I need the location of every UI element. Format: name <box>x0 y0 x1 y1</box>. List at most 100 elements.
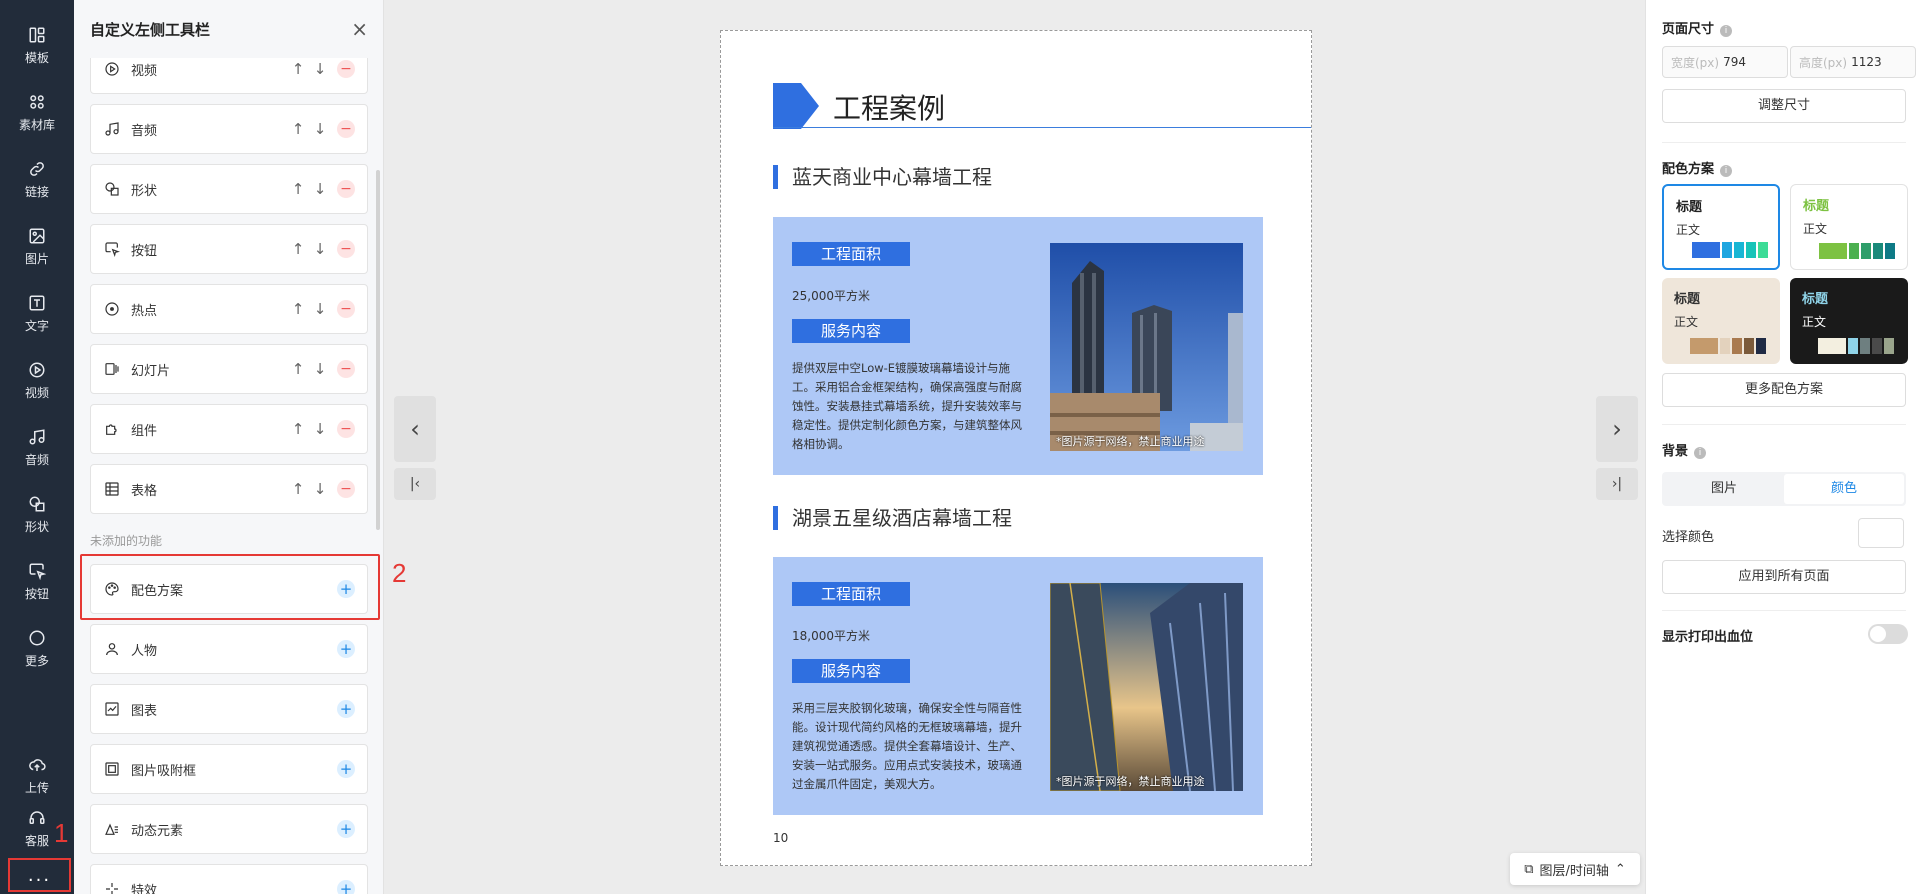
arrow-down-icon[interactable]: ↓ <box>309 60 331 78</box>
arrow-down-icon[interactable]: ↓ <box>309 420 331 438</box>
layer-button-label: 图层/时间轴 <box>1539 863 1609 879</box>
audio-icon <box>105 122 119 136</box>
first-page-button[interactable]: |‹ <box>394 468 436 500</box>
shape-icon <box>105 182 119 196</box>
remove-icon[interactable]: − <box>337 360 355 378</box>
arrow-up-icon[interactable]: ↑ <box>287 240 309 258</box>
toolbar-item-person: 人物 + <box>90 624 368 674</box>
toolbar-item-label: 人物 <box>131 643 158 659</box>
case-title-2[interactable]: 湖景五星级酒店幕墙工程 <box>773 506 1012 530</box>
button-icon <box>105 242 120 257</box>
rail-more-dots-button[interactable]: ... <box>8 858 71 892</box>
remove-icon[interactable]: − <box>337 180 355 198</box>
add-icon[interactable]: + <box>337 580 355 598</box>
apply-all-pages-button[interactable]: 应用到所有页面 <box>1662 560 1906 594</box>
toolbar-item-label: 表格 <box>131 483 158 499</box>
color-scheme-option-1[interactable]: 标题 正文 <box>1662 184 1780 270</box>
rail-item-shape[interactable]: 形状 <box>0 483 74 547</box>
color-swatch <box>1732 338 1742 354</box>
arrow-down-icon[interactable]: ↓ <box>309 120 331 138</box>
add-icon[interactable]: + <box>337 880 355 894</box>
page-title[interactable]: 工程案例 <box>833 87 945 127</box>
case-description: 提供双层中空Low-E镀膜玻璃幕墙设计与施工。采用铝合金框架结构，确保高强度与耐… <box>792 361 1022 451</box>
arrow-up-icon[interactable]: ↑ <box>287 120 309 138</box>
toolbar-item-slideshow: 幻灯片 ↑ ↓ − <box>90 344 368 394</box>
height-input[interactable]: 高度(px) 1123 <box>1790 46 1916 78</box>
building-image <box>1050 243 1243 451</box>
color-swatch <box>1722 242 1732 258</box>
remove-icon[interactable]: − <box>337 300 355 318</box>
arrow-up-icon[interactable]: ↑ <box>287 300 309 318</box>
background-label: 背景 i <box>1662 440 1707 459</box>
arrow-up-icon[interactable]: ↑ <box>287 360 309 378</box>
arrow-down-icon[interactable]: ↓ <box>309 360 331 378</box>
remove-icon[interactable]: − <box>337 420 355 438</box>
more-schemes-button[interactable]: 更多配色方案 <box>1662 373 1906 407</box>
remove-icon[interactable]: − <box>337 240 355 258</box>
rail-item-link[interactable]: 链接 <box>0 148 74 212</box>
rail-item-button[interactable]: 按钮 <box>0 550 74 614</box>
headset-icon <box>29 811 45 824</box>
add-icon[interactable]: + <box>337 640 355 658</box>
tab-color[interactable]: 颜色 <box>1784 474 1904 504</box>
toolbar-item-audio: 音频 ↑ ↓ − <box>90 104 368 154</box>
width-input[interactable]: 宽度(px) 794 <box>1662 46 1788 78</box>
color-swatch <box>1819 243 1847 259</box>
rail-item-text[interactable]: 文字 <box>0 282 74 346</box>
panel-title: 自定义左侧工具栏 <box>90 20 211 39</box>
arrow-down-icon[interactable]: ↓ <box>309 480 331 498</box>
help-icon[interactable]: i <box>1720 165 1733 177</box>
color-scheme-option-2[interactable]: 标题 正文 <box>1790 184 1908 270</box>
color-scheme-option-3[interactable]: 标题 正文 <box>1662 278 1780 364</box>
building-photo-1[interactable]: *图片源于网络，禁止商业用途 <box>1050 243 1243 451</box>
tab-image[interactable]: 图片 <box>1664 474 1784 504</box>
arrow-up-icon[interactable]: ↑ <box>287 420 309 438</box>
rail-item-template[interactable]: 模板 <box>0 14 74 78</box>
arrow-up-icon[interactable]: ↑ <box>287 180 309 198</box>
color-picker-swatch[interactable] <box>1858 518 1904 548</box>
case-card-2[interactable]: 工程面积 18,000平方米 服务内容 采用三层夹胶钢化玻璃，确保安全性与隔音性… <box>773 557 1263 815</box>
bleed-toggle[interactable] <box>1868 624 1908 644</box>
add-icon[interactable]: + <box>337 820 355 838</box>
arrow-up-icon[interactable]: ↑ <box>287 480 309 498</box>
last-page-button[interactable]: ›| <box>1596 468 1638 500</box>
annotation-1: 1 <box>54 818 69 848</box>
case-card-1[interactable]: 工程面积 25,000平方米 服务内容 提供双层中空Low-E镀膜玻璃幕墙设计与… <box>773 217 1263 475</box>
toolbar-item-color-scheme: 配色方案 + <box>90 564 368 614</box>
rail-item-audio[interactable]: 音频 <box>0 416 74 480</box>
layer-timeline-button[interactable]: ⧉ 图层/时间轴 ⌃ <box>1510 853 1640 885</box>
rail-item-library[interactable]: 素材库 <box>0 81 74 145</box>
rail-item-video[interactable]: 视频 <box>0 349 74 413</box>
add-icon[interactable]: + <box>337 760 355 778</box>
remove-icon[interactable]: − <box>337 60 355 78</box>
title-flag-icon <box>773 83 819 129</box>
help-icon[interactable]: i <box>1694 447 1707 459</box>
rail-item-image[interactable]: 图片 <box>0 215 74 279</box>
document-page[interactable]: 工程案例 蓝天商业中心幕墙工程 工程面积 25,000平方米 服务内容 提供双层… <box>720 30 1312 866</box>
rail-item-more[interactable]: 更多 <box>0 617 74 681</box>
arrow-down-icon[interactable]: ↓ <box>309 300 331 318</box>
title-underline <box>773 127 1311 128</box>
rail-label: 更多 <box>24 654 49 668</box>
rail-label: 按钮 <box>24 587 49 601</box>
scheme-body: 正文 <box>1676 223 1701 237</box>
building-photo-2[interactable]: *图片源于网络，禁止商业用途 <box>1050 583 1243 791</box>
arrow-down-icon[interactable]: ↓ <box>309 240 331 258</box>
color-swatch <box>1885 243 1895 259</box>
adjust-size-button[interactable]: 调整尺寸 <box>1662 89 1906 123</box>
arrow-down-icon[interactable]: ↓ <box>309 180 331 198</box>
close-icon[interactable]: × <box>351 17 368 41</box>
color-scheme-option-4[interactable]: 标题 正文 <box>1790 278 1908 364</box>
prev-page-button[interactable]: ‹ <box>394 396 436 462</box>
scheme-swatches <box>1692 242 1770 258</box>
next-page-button[interactable]: › <box>1596 396 1638 462</box>
panel-scrollbar[interactable] <box>376 170 380 530</box>
remove-icon[interactable]: − <box>337 120 355 138</box>
toolbar-item-label: 形状 <box>131 183 158 199</box>
case-title-1[interactable]: 蓝天商业中心幕墙工程 <box>773 165 992 189</box>
chart-icon <box>105 702 119 716</box>
remove-icon[interactable]: − <box>337 480 355 498</box>
add-icon[interactable]: + <box>337 700 355 718</box>
arrow-up-icon[interactable]: ↑ <box>287 60 309 78</box>
help-icon[interactable]: i <box>1720 25 1733 37</box>
